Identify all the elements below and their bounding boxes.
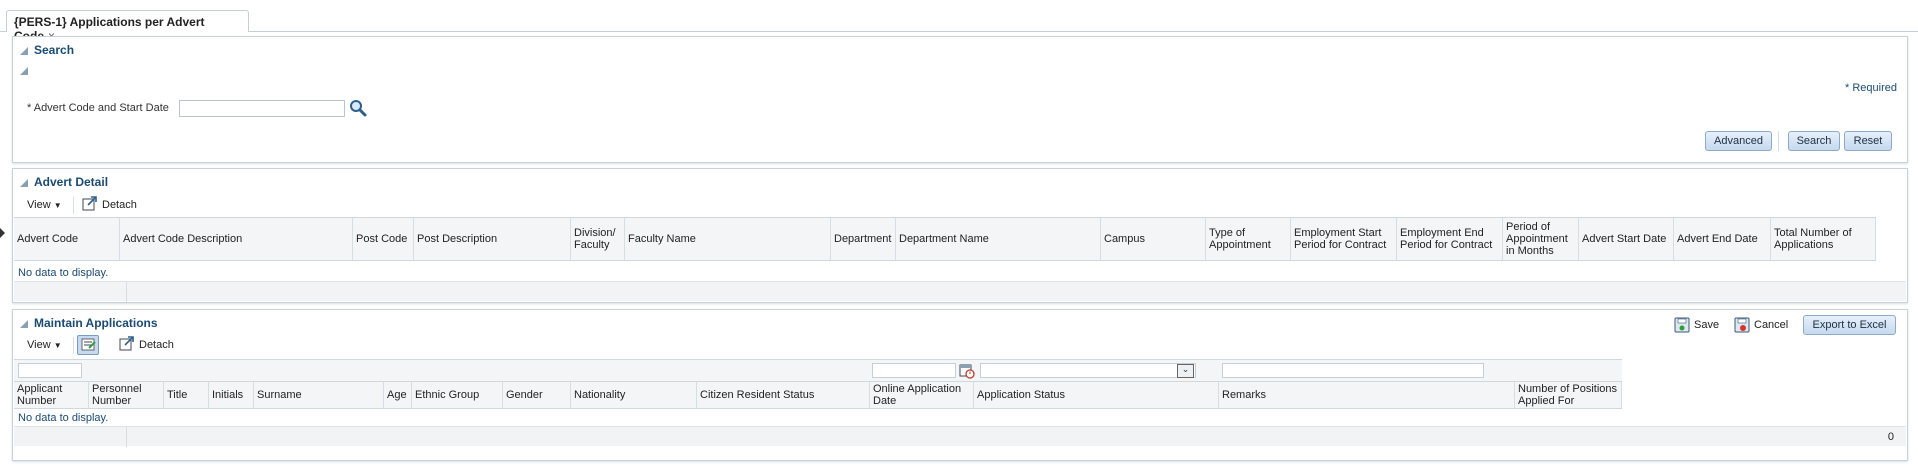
column-header[interactable]: Remarks [1219,382,1515,408]
view-menu[interactable]: View ▼ [27,339,62,351]
advert-code-input[interactable] [179,100,345,117]
detach-button[interactable]: Detach [102,199,137,211]
online-application-date-filter[interactable] [872,363,956,378]
column-header[interactable]: Type of Appointment [1206,218,1291,260]
collapse-triangle-icon[interactable] [20,47,28,55]
column-header[interactable]: Post Code [353,218,414,260]
column-header[interactable]: Ethnic Group [412,382,503,408]
tab-strip-line [249,31,1918,32]
column-header[interactable]: Department [831,218,896,260]
collapse-triangle-icon[interactable] [20,179,28,187]
column-header[interactable]: Personnel Number [89,382,164,408]
column-header[interactable]: Advert Code [14,218,120,260]
column-header[interactable]: Advert End Date [1674,218,1771,260]
detach-button[interactable]: Detach [139,339,174,351]
empty-grid-message: No data to display. [18,412,109,424]
splitter-handle[interactable] [0,228,5,238]
remarks-filter[interactable] [1222,363,1484,378]
column-header[interactable]: Surname [254,382,384,408]
save-button[interactable]: Save [1694,319,1719,331]
column-header[interactable]: Employment Start Period for Contract [1291,218,1397,260]
maintain-applications-title: Maintain Applications [34,316,158,330]
column-header[interactable]: Nationality [571,382,697,408]
column-header[interactable]: Online Application Date [870,382,974,408]
query-by-example-icon[interactable] [77,335,99,355]
required-note: * Required [1845,82,1897,94]
view-dropdown-icon: ▼ [53,341,62,350]
applicant-number-filter[interactable] [18,363,82,378]
view-menu[interactable]: View ▼ [27,199,62,211]
grid-footer [14,281,1906,302]
advert-detail-title: Advert Detail [34,175,109,189]
column-header[interactable]: Gender [503,382,571,408]
column-header[interactable]: Period of Appointment in Months [1503,218,1579,260]
detach-icon[interactable] [82,196,98,212]
detach-icon[interactable] [119,336,135,352]
search-panel: Search * Required * Advert Code and Star… [12,36,1908,163]
column-header[interactable]: Campus [1101,218,1206,260]
column-header[interactable]: Employment End Period for Contract [1397,218,1503,260]
advert-detail-grid-header: Advert Code Advert Code Description Post… [14,217,1876,261]
column-header[interactable]: Number of Positions Applied For [1515,382,1622,408]
toolbar-separator [1778,131,1779,151]
column-header[interactable]: Advert Start Date [1579,218,1674,260]
column-header[interactable]: Age [384,382,412,408]
column-header[interactable]: Applicant Number [14,382,89,408]
search-button[interactable]: Search [1788,131,1840,151]
view-menu-label: View [27,339,51,351]
save-icon[interactable] [1674,317,1690,333]
row-count: 0 [1887,431,1894,443]
advert-detail-panel: Advert Detail View ▼ Detach Advert Code … [12,168,1908,303]
toolbar-separator [73,337,74,354]
maintain-applications-panel: Maintain Applications Save Cancel Export… [12,309,1908,461]
column-header[interactable]: Citizen Resident Status [697,382,870,408]
tab-strip-line-left [0,31,6,32]
empty-grid-message: No data to display. [18,267,109,279]
view-menu-label: View [27,199,51,211]
cancel-button[interactable]: Cancel [1754,319,1788,331]
column-header[interactable]: Application Status [974,382,1219,408]
column-header[interactable]: Division/ Faculty [571,218,625,260]
footer-separator [126,427,127,447]
grid-footer: 0 [14,426,1906,447]
column-header[interactable]: Post Description [414,218,571,260]
collapse-triangle-icon[interactable] [20,320,28,328]
search-icon[interactable] [349,99,367,117]
applications-grid-header: Applicant Number Personnel Number Title … [14,381,1622,409]
column-header[interactable]: Department Name [896,218,1101,260]
select-dropdown-icon[interactable]: ⌄ [1177,364,1194,378]
view-dropdown-icon: ▼ [53,201,62,210]
column-header[interactable]: Title [164,382,209,408]
filter-row: ⌄ [14,359,1622,381]
tab-applications-per-advert-code[interactable]: {PERS-1} Applications per Advert Code× [6,10,249,43]
reset-button[interactable]: Reset [1844,131,1892,151]
collapse-triangle-icon[interactable] [20,67,28,75]
advert-code-label: * Advert Code and Start Date [27,102,169,114]
column-header[interactable]: Initials [209,382,254,408]
export-to-excel-button[interactable]: Export to Excel [1803,315,1896,335]
search-panel-title: Search [34,43,75,57]
footer-separator [126,282,127,302]
advanced-button[interactable]: Advanced [1705,131,1772,151]
toolbar-separator [73,197,74,214]
calendar-icon[interactable] [959,363,975,379]
application-status-filter[interactable] [980,363,1196,378]
cancel-icon[interactable] [1734,317,1750,333]
column-header[interactable]: Total Number of Applications [1771,218,1876,260]
column-header[interactable]: Advert Code Description [120,218,353,260]
column-header[interactable]: Faculty Name [625,218,831,260]
